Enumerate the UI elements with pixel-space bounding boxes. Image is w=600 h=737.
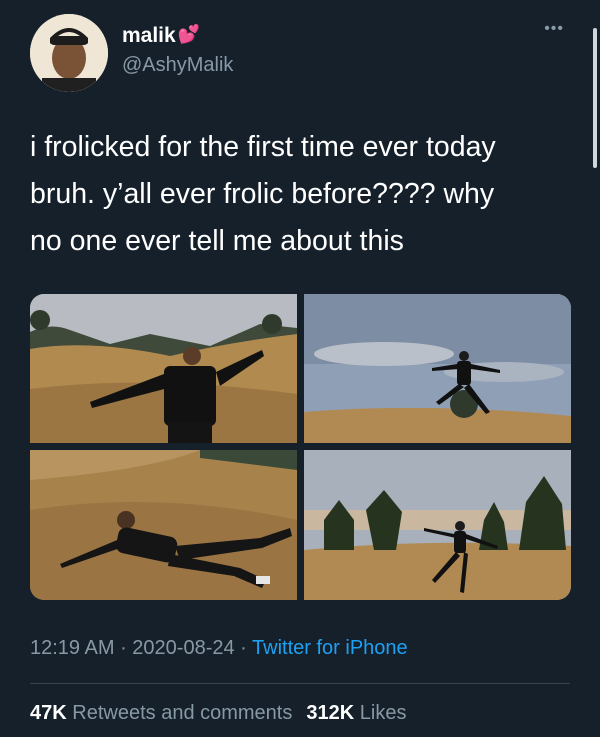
heart-emoji-icon: 💕	[177, 24, 201, 44]
retweets-label: Retweets and comments	[72, 702, 293, 724]
user-handle[interactable]: @AshyMalik	[122, 54, 233, 77]
media-grid	[30, 294, 571, 600]
tweet-time[interactable]: 12:19 AM	[30, 637, 115, 659]
tweet-meta: 12:19 AM · 2020-08-24 · Twitter for iPho…	[30, 637, 408, 660]
likes-label: Likes	[359, 702, 407, 724]
photo-2[interactable]	[304, 294, 571, 443]
tweet-stats: 47K Retweets and comments 312K Likes	[30, 702, 406, 725]
tweet-date[interactable]: 2020-08-24	[132, 637, 234, 659]
divider	[30, 683, 570, 684]
photo-3[interactable]	[30, 450, 297, 600]
likes-count: 312K	[306, 702, 355, 724]
display-name[interactable]: malik 💕	[122, 24, 200, 48]
photo-4[interactable]	[304, 450, 571, 600]
avatar[interactable]	[30, 14, 108, 92]
tweet-source-link[interactable]: Twitter for iPhone	[252, 637, 408, 659]
meta-separator: ·	[114, 637, 133, 659]
likes-stat[interactable]: 312K Likes	[306, 702, 406, 724]
tweet-header: malik 💕 @AshyMalik •••	[30, 14, 570, 94]
tweet-text: i frolicked for the first time ever toda…	[30, 131, 496, 257]
photo-1[interactable]	[30, 294, 297, 443]
meta-separator: ·	[234, 637, 253, 659]
scrollbar[interactable]	[593, 28, 597, 168]
retweets-count: 47K	[30, 702, 67, 724]
retweets-stat[interactable]: 47K Retweets and comments	[30, 702, 292, 724]
more-options-icon[interactable]: •••	[544, 20, 564, 38]
